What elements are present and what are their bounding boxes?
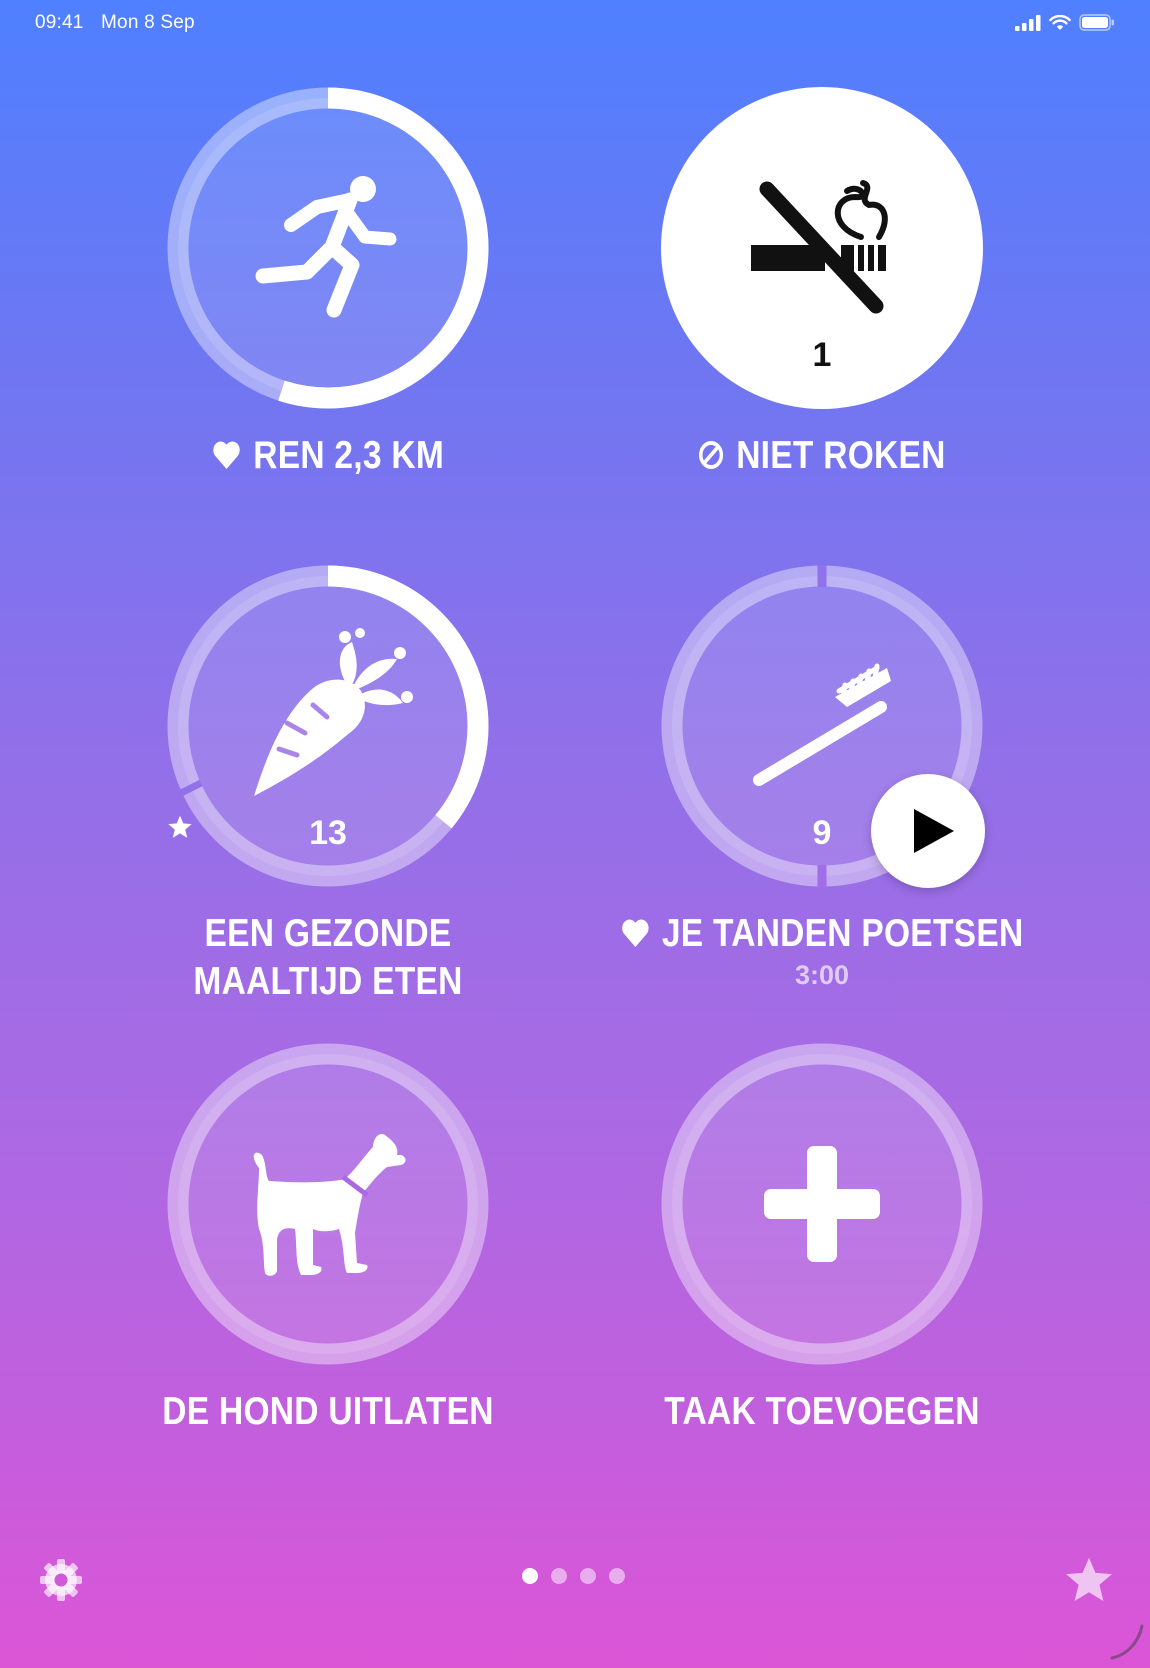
page-dot-4[interactable] <box>609 1568 625 1584</box>
page-dot-2[interactable] <box>551 1568 567 1584</box>
task-walk-dog[interactable] <box>167 1043 489 1365</box>
page-indicator[interactable] <box>522 1568 625 1584</box>
status-icons <box>1015 14 1115 31</box>
settings-button[interactable] <box>38 1557 84 1608</box>
heart-icon <box>621 919 649 947</box>
home-indicator-curve <box>1110 1624 1144 1660</box>
task-count: 13 <box>167 814 489 853</box>
wifi-icon <box>1049 14 1071 30</box>
cellular-signal-icon <box>1015 14 1041 31</box>
dog-icon <box>253 1133 406 1276</box>
favorites-button[interactable] <box>1064 1556 1114 1609</box>
play-icon <box>914 809 954 853</box>
add-task-button[interactable] <box>661 1043 983 1365</box>
status-date: Mon 8 Sep <box>101 12 195 33</box>
task-label-line1: EEN GEZONDE <box>204 912 452 955</box>
page-dot-3[interactable] <box>580 1568 596 1584</box>
task-run-label: REN 2,3 KM <box>122 432 535 480</box>
task-healthy-meal-label: EEN GEZONDE MAALTIJD ETEN <box>122 910 535 1006</box>
plus-icon <box>764 1146 880 1262</box>
play-button[interactable] <box>871 774 985 888</box>
status-time: 09:41 <box>35 12 84 33</box>
task-run[interactable] <box>167 87 489 409</box>
task-brush-teeth-label: JE TANDEN POETSEN <box>616 910 1029 958</box>
task-count: 1 <box>812 336 832 374</box>
add-task-label: TAAK TOEVOEGEN <box>664 1390 980 1433</box>
star-icon <box>168 815 192 838</box>
task-label-text: NIET ROKEN <box>736 434 946 477</box>
task-label-text: JE TANDEN POETSEN <box>661 912 1024 955</box>
prohibited-icon <box>699 440 724 469</box>
battery-icon <box>1079 14 1114 31</box>
star-icon <box>1066 1557 1112 1602</box>
task-healthy-meal[interactable]: 13 <box>167 565 489 887</box>
task-timer: 3:00 <box>794 960 850 990</box>
task-no-smoking-label: NIET ROKEN <box>616 432 1029 480</box>
status-bar: 09:41 Mon 8 Sep <box>35 12 207 34</box>
task-walk-dog-label: DE HOND UITLATEN <box>162 1390 494 1433</box>
gear-icon <box>40 1559 82 1601</box>
task-label-text: REN 2,3 KM <box>253 434 445 477</box>
task-no-smoking[interactable]: 1 <box>661 87 983 409</box>
task-label-line2: MAALTIJD ETEN <box>193 960 463 1003</box>
heart-icon <box>213 441 240 469</box>
task-count-value: 13 <box>309 814 347 852</box>
running-person-icon <box>255 176 397 318</box>
page-dot-1[interactable] <box>522 1568 538 1584</box>
